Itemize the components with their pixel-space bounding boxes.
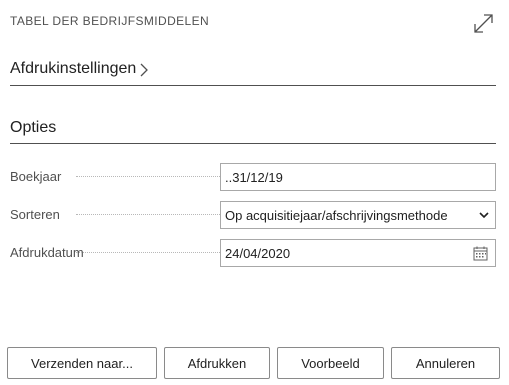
fiscal-year-row: Boekjaar ..31/12/19	[10, 163, 496, 191]
sort-value: Op acquisitiejaar/afschrijvingsmethode	[225, 208, 448, 223]
sort-label: Sorteren	[10, 207, 60, 222]
fiscal-year-value: ..31/12/19	[225, 170, 283, 185]
fiscal-year-label: Boekjaar	[10, 169, 62, 184]
print-date-value: 24/04/2020	[225, 246, 291, 261]
leader-dots	[76, 176, 222, 177]
print-button[interactable]: Afdrukken	[164, 347, 270, 379]
print-settings-section[interactable]: Afdrukinstellingen	[10, 60, 496, 86]
page-title: TABEL DER BEDRIJFSMIDDELEN	[10, 14, 210, 28]
sort-select[interactable]: Op acquisitiejaar/afschrijvingsmethode	[220, 201, 496, 229]
calendar-icon[interactable]	[473, 246, 488, 261]
send-to-button[interactable]: Verzenden naar...	[7, 347, 157, 379]
print-settings-label: Afdrukinstellingen	[10, 60, 137, 77]
expand-arrows-icon[interactable]	[472, 12, 495, 35]
sort-row: Sorteren Op acquisitiejaar/afschrijvings…	[10, 201, 496, 229]
print-date-row: Afdrukdatum 24/04/2020	[10, 239, 496, 267]
leader-dots	[76, 252, 222, 253]
chevron-down-icon	[479, 212, 489, 219]
preview-button[interactable]: Voorbeeld	[277, 347, 384, 379]
options-section: Opties	[10, 119, 496, 144]
cancel-button[interactable]: Annuleren	[391, 347, 500, 379]
leader-dots	[76, 214, 222, 215]
print-date-label: Afdrukdatum	[10, 245, 84, 260]
print-date-input[interactable]: 24/04/2020	[220, 239, 496, 267]
options-label: Opties	[10, 119, 57, 136]
chevron-right-icon	[140, 63, 149, 77]
fiscal-year-input[interactable]: ..31/12/19	[220, 163, 496, 191]
